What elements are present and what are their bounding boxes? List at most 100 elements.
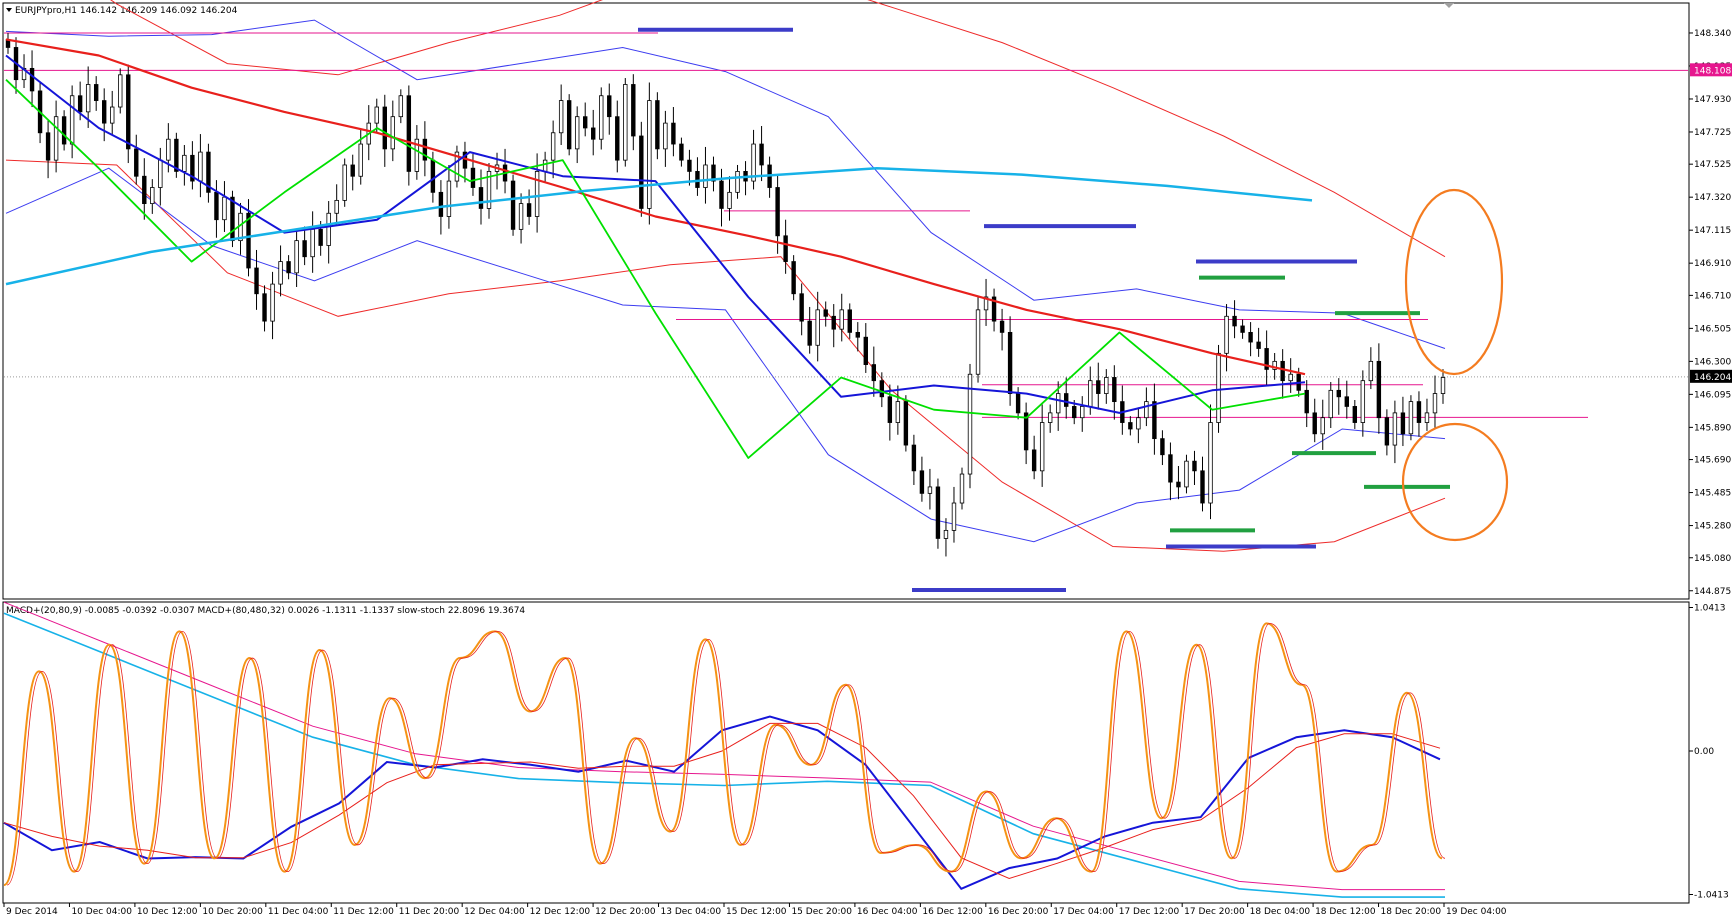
time-tick-label: 18 Dec 04:00 (1250, 907, 1311, 917)
candle-body (1256, 341, 1261, 349)
candle-body (1352, 406, 1358, 423)
candle-body (1104, 377, 1109, 394)
candle-body (1424, 412, 1430, 423)
price-tick-label: 147.725 (1694, 128, 1731, 138)
candle-body (959, 473, 965, 504)
time-tick-label: 9 Dec 2014 (6, 907, 58, 917)
candle-body (855, 331, 860, 338)
candle-body (935, 486, 941, 539)
chart-background (0, 0, 1732, 918)
candle-body (470, 167, 476, 188)
candle-body (1320, 417, 1325, 435)
candle-body (222, 196, 227, 221)
candle-body (198, 151, 203, 182)
time-tick-label: 11 Dec 20:00 (399, 907, 460, 917)
candle-body (166, 138, 171, 161)
candle-body (663, 122, 668, 150)
time-tick-label: 15 Dec 20:00 (791, 907, 852, 917)
candle-body (775, 187, 780, 237)
price-tick-label: 148.340 (1694, 29, 1731, 39)
candle-body (1376, 360, 1382, 419)
candle-body (534, 171, 540, 217)
candle-body (1055, 393, 1061, 414)
candle-body (1064, 393, 1069, 407)
candle-body (951, 502, 957, 531)
candle-body (53, 116, 59, 161)
candle-body (791, 261, 796, 295)
candle-body (679, 143, 684, 161)
candle-body (550, 132, 556, 161)
candle-body (182, 154, 187, 172)
candle-body (438, 191, 444, 217)
time-tick-label: 17 Dec 12:00 (1119, 907, 1180, 917)
candle-body (1208, 422, 1213, 504)
current-price-label-text: 146.204 (1694, 373, 1731, 383)
time-tick-label: 17 Dec 20:00 (1184, 907, 1245, 917)
candle-body (1304, 389, 1309, 414)
price-tick-label: 147.320 (1694, 193, 1731, 203)
candle-body (831, 315, 836, 330)
price-tick-label: 145.890 (1694, 423, 1731, 433)
candle-body (294, 240, 299, 274)
candle-body (1248, 331, 1253, 343)
candle (174, 132, 179, 178)
candle-body (478, 187, 484, 209)
time-tick-label: 11 Dec 12:00 (333, 907, 394, 917)
candle (406, 85, 412, 186)
candle-body (1072, 406, 1077, 419)
candle-body (1039, 422, 1045, 472)
candle-body (430, 159, 436, 193)
candle-body (599, 95, 604, 140)
candle-body (1031, 449, 1037, 472)
candle-body (1288, 373, 1293, 382)
candle-body (406, 95, 412, 172)
candle-body (1088, 380, 1093, 407)
price-tick-label: 145.485 (1694, 489, 1731, 499)
candle-body (631, 84, 636, 137)
candle-body (783, 235, 788, 262)
candle-body (214, 191, 219, 221)
candle-body (526, 203, 532, 217)
candle-body (839, 309, 844, 330)
candle-body (318, 228, 323, 246)
candle-body (1360, 380, 1366, 423)
time-tick-label: 16 Dec 04:00 (857, 907, 918, 917)
candle (510, 174, 516, 236)
time-tick-label: 18 Dec 20:00 (1381, 907, 1442, 917)
candle-body (895, 401, 901, 423)
candle-body (574, 116, 580, 150)
candle-body (1152, 401, 1157, 440)
candle-body (1384, 417, 1390, 446)
candle (126, 64, 131, 164)
candle (967, 363, 973, 489)
candle-body (254, 267, 259, 295)
candle-body (110, 106, 115, 124)
candle-body (1047, 412, 1053, 423)
candle-body (446, 180, 452, 217)
candle-body (374, 106, 379, 124)
candle (454, 145, 460, 188)
candle-body (1408, 401, 1414, 435)
candle-body (887, 396, 893, 423)
time-tick-label: 15 Dec 12:00 (726, 907, 787, 917)
candle-body (510, 180, 516, 230)
price-tick-label: 146.300 (1694, 357, 1731, 367)
candle-body (1328, 389, 1333, 419)
candle (959, 467, 965, 510)
candle-body (262, 293, 267, 322)
candle-body (93, 84, 99, 101)
candle-body (302, 240, 307, 258)
candle (791, 255, 796, 301)
candle-body (871, 364, 877, 382)
candle-body (1112, 377, 1117, 403)
time-tick-label: 19 Dec 04:00 (1446, 907, 1507, 917)
trading-chart[interactable]: EURJPYpro,H1 146.142 146.209 146.092 146… (0, 0, 1732, 918)
candle (1408, 395, 1414, 441)
candle-body (1336, 389, 1341, 398)
candle-body (1144, 401, 1149, 419)
candle (342, 158, 347, 207)
oscillator-title: MACD+(20,80,9) -0.0085 -0.0392 -0.0307 M… (6, 606, 525, 616)
candle-body (1416, 401, 1422, 423)
candle-body (77, 95, 83, 113)
candle-body (85, 84, 91, 113)
